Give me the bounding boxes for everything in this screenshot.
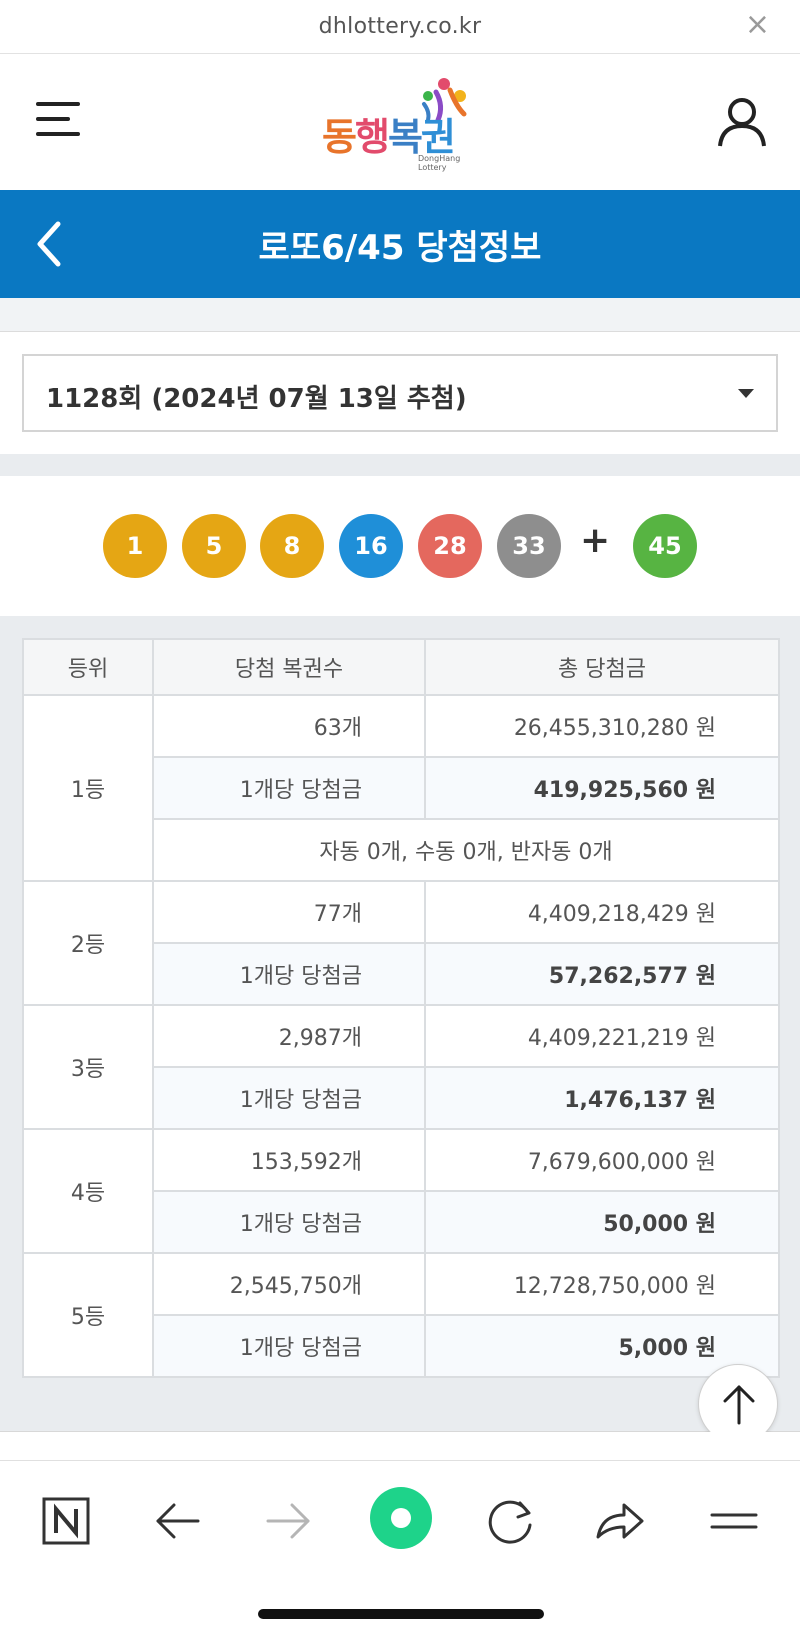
header-rank: 등위 bbox=[22, 638, 154, 696]
table-row: 2등 77개 4,409,218,429 원 bbox=[22, 880, 780, 1006]
lotto-ball: 8 bbox=[260, 514, 324, 578]
site-header: 동행복권 DongHang Lottery bbox=[0, 54, 800, 190]
draw-select-section: 1128회 (2024년 07월 13일 추첨) bbox=[0, 332, 800, 454]
browser-url-bar[interactable]: dhlottery.co.kr × bbox=[0, 0, 800, 54]
table-row: 1등 63개 26,455,310,280 원 bbox=[22, 694, 780, 882]
header-count: 당첨 복권수 bbox=[152, 638, 426, 696]
forward-arrow-icon[interactable] bbox=[258, 1491, 318, 1551]
spacer bbox=[0, 454, 800, 476]
count-cell: 2,987개 bbox=[152, 1004, 426, 1068]
count-cell: 153,592개 bbox=[152, 1128, 426, 1192]
table-row: 4등 153,592개 7,679,600,000 원 bbox=[22, 1128, 780, 1254]
count-cell: 63개 bbox=[152, 694, 426, 758]
lotto-ball: 33 bbox=[497, 514, 561, 578]
rank-cell: 5등 bbox=[22, 1252, 154, 1378]
spacer bbox=[0, 1432, 800, 1460]
total-cell: 26,455,310,280 원 bbox=[424, 694, 780, 758]
draw-round-value: 1128회 (2024년 07월 13일 추첨) bbox=[46, 384, 467, 414]
prize-table: 등위 당첨 복권수 총 당첨금 1등 63개 26,455,310,280 원 … bbox=[22, 638, 780, 1378]
logo-subtext: DongHang Lottery bbox=[418, 154, 461, 172]
browser-bottom-toolbar bbox=[0, 1460, 800, 1636]
per-amount-cell: 50,000 원 bbox=[424, 1190, 780, 1254]
naver-n-icon[interactable] bbox=[36, 1491, 96, 1551]
per-amount-cell: 57,262,577 원 bbox=[424, 942, 780, 1006]
url-text[interactable]: dhlottery.co.kr bbox=[0, 14, 800, 39]
plus-sign: + bbox=[580, 520, 611, 561]
menu-lines-icon[interactable] bbox=[704, 1491, 764, 1551]
logo-text: 동행복권 bbox=[322, 115, 456, 159]
total-cell: 7,679,600,000 원 bbox=[424, 1128, 780, 1192]
per-amount-cell: 1,476,137 원 bbox=[424, 1066, 780, 1130]
hamburger-icon[interactable] bbox=[36, 102, 80, 142]
draw-round-select[interactable]: 1128회 (2024년 07월 13일 추첨) bbox=[22, 354, 778, 432]
per-amount-cell: 419,925,560 원 bbox=[424, 756, 780, 820]
total-cell: 4,409,221,219 원 bbox=[424, 1004, 780, 1068]
table-header-row: 등위 당첨 복권수 총 당첨금 bbox=[22, 638, 780, 696]
count-cell: 2,545,750개 bbox=[152, 1252, 426, 1316]
bonus-ball: 45 bbox=[633, 514, 697, 578]
lotto-ball: 1 bbox=[103, 514, 167, 578]
count-cell: 77개 bbox=[152, 880, 426, 944]
per-label-cell: 1개당 당첨금 bbox=[152, 1066, 426, 1130]
green-dot-icon[interactable] bbox=[368, 1485, 434, 1551]
page-title-bar: 로또6/45 당첨정보 bbox=[0, 190, 800, 298]
per-label-cell: 1개당 당첨금 bbox=[152, 756, 426, 820]
rank-cell: 4등 bbox=[22, 1128, 154, 1254]
total-cell: 4,409,218,429 원 bbox=[424, 880, 780, 944]
home-indicator bbox=[258, 1609, 544, 1619]
prize-table-section: 등위 당첨 복권수 총 당첨금 1등 63개 26,455,310,280 원 … bbox=[0, 616, 800, 1432]
rank-cell: 2등 bbox=[22, 880, 154, 1006]
refresh-icon[interactable] bbox=[480, 1491, 540, 1551]
page-title: 로또6/45 당첨정보 bbox=[258, 228, 542, 268]
lotto-ball: 5 bbox=[182, 514, 246, 578]
winning-numbers: 1 5 8 16 28 33 + 45 bbox=[0, 476, 800, 616]
user-icon[interactable] bbox=[716, 96, 768, 148]
note-cell: 자동 0개, 수동 0개, 반자동 0개 bbox=[152, 818, 780, 882]
rank-cell: 1등 bbox=[22, 694, 154, 882]
header-total: 총 당첨금 bbox=[424, 638, 780, 696]
table-row: 5등 2,545,750개 12,728,750,000 원 bbox=[22, 1252, 780, 1378]
lotto-ball: 28 bbox=[418, 514, 482, 578]
per-label-cell: 1개당 당첨금 bbox=[152, 942, 426, 1006]
per-label-cell: 1개당 당첨금 bbox=[152, 1314, 426, 1378]
rank-cell: 3등 bbox=[22, 1004, 154, 1130]
site-logo[interactable]: 동행복권 DongHang Lottery bbox=[318, 76, 488, 172]
total-cell: 12,728,750,000 원 bbox=[424, 1252, 780, 1316]
close-icon[interactable]: × bbox=[745, 10, 770, 40]
back-arrow-icon[interactable] bbox=[148, 1491, 208, 1551]
per-label-cell: 1개당 당첨금 bbox=[152, 1190, 426, 1254]
table-row: 3등 2,987개 4,409,221,219 원 bbox=[22, 1004, 780, 1130]
share-icon[interactable] bbox=[590, 1491, 650, 1551]
spacer bbox=[0, 298, 800, 332]
caret-down-icon bbox=[738, 389, 754, 398]
lotto-ball: 16 bbox=[339, 514, 403, 578]
